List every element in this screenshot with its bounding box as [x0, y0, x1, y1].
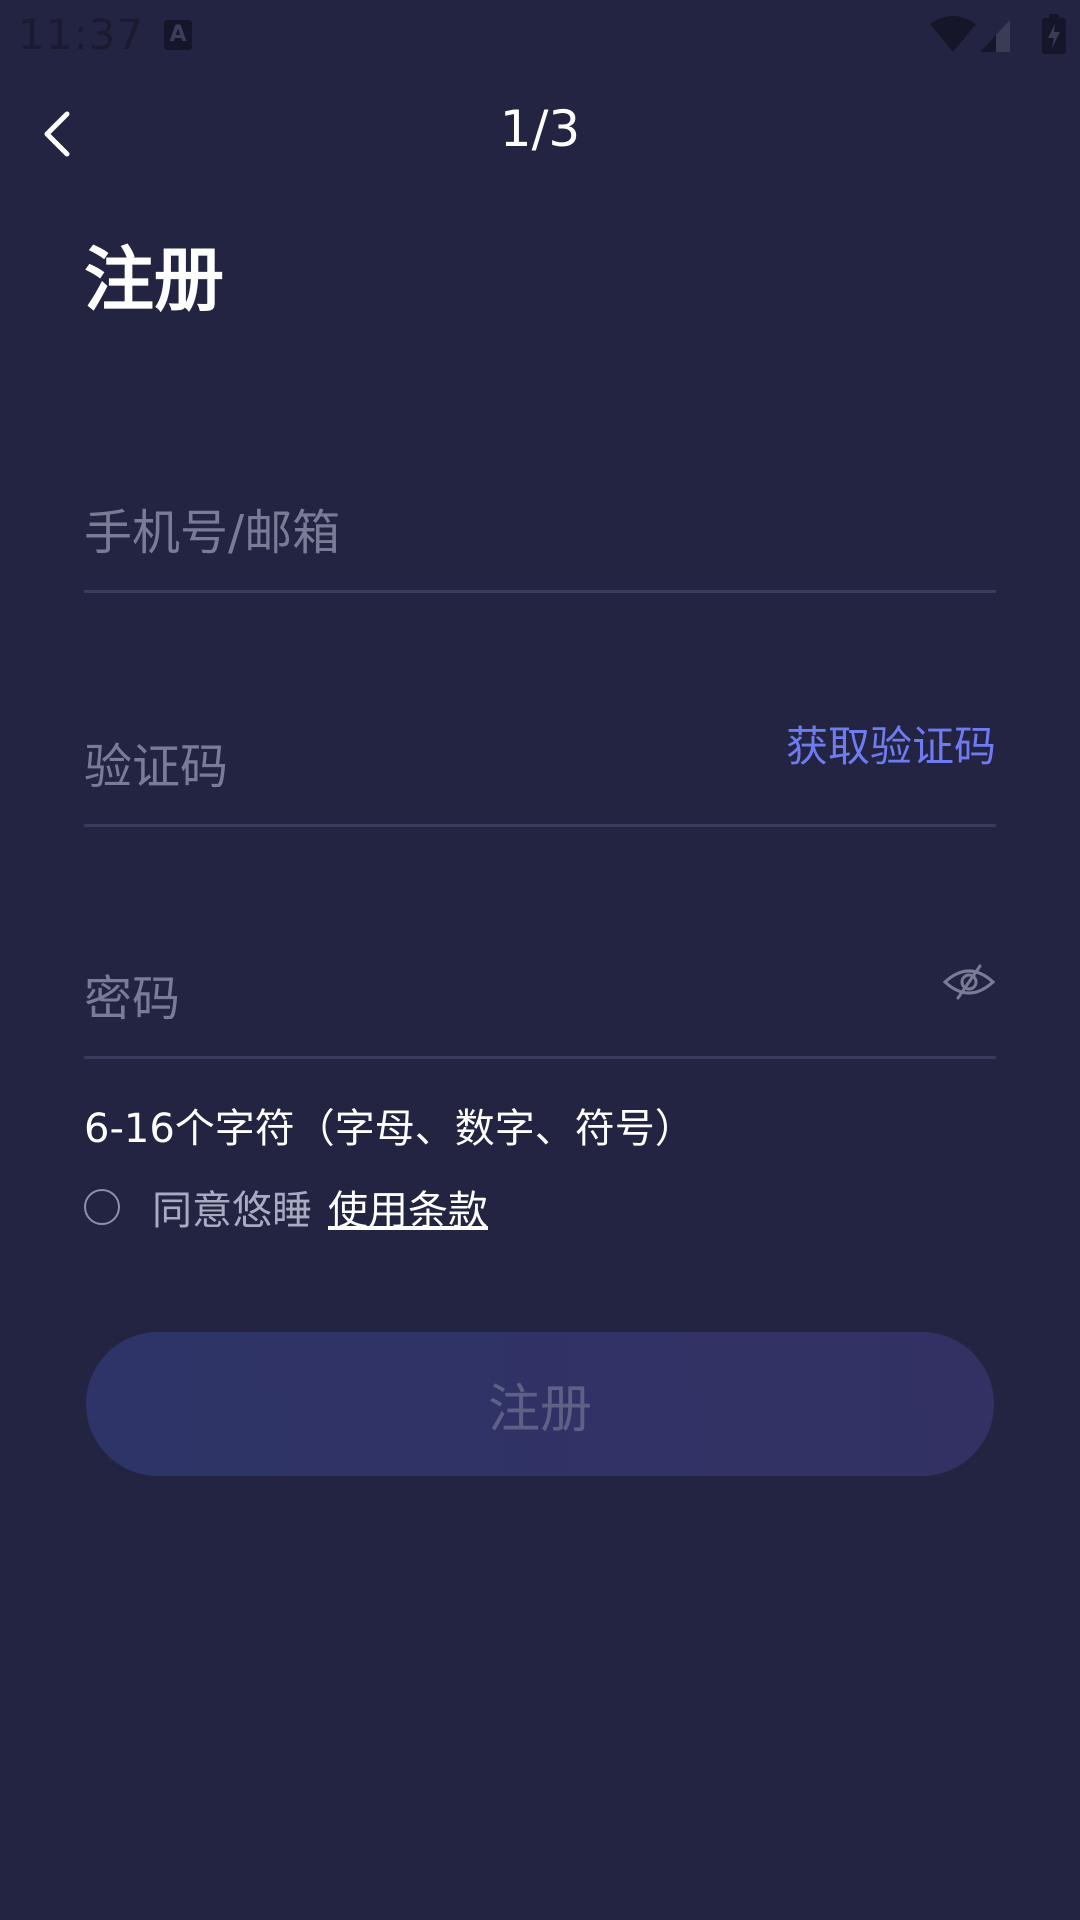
terms-link[interactable]: 使用条款	[328, 1178, 488, 1236]
battery-icon	[1042, 14, 1066, 54]
status-bar: 11:37 A	[0, 0, 1080, 72]
page-title: 注册	[84, 239, 224, 321]
verification-code-input[interactable]	[84, 732, 784, 802]
register-screen: 11:37 A 1/3 注册 获取验证码	[0, 0, 1080, 1920]
eye-off-icon[interactable]	[942, 962, 996, 1002]
agreement-row: 同意悠睡 使用条款	[84, 1182, 488, 1234]
status-icons	[916, 14, 1066, 54]
register-button-label: 注册	[487, 1379, 592, 1440]
agreement-text: 同意悠睡	[152, 1188, 312, 1234]
app-notification-icon: A	[164, 20, 192, 50]
phone-email-field	[84, 470, 996, 593]
password-input[interactable]	[84, 964, 784, 1034]
wifi-icon	[930, 16, 976, 52]
step-indicator: 1/3	[499, 100, 581, 158]
password-field	[84, 936, 996, 1059]
phone-email-input[interactable]	[84, 498, 784, 568]
signal-icon	[980, 20, 1010, 52]
register-button[interactable]: 注册	[86, 1332, 994, 1476]
get-code-button[interactable]: 获取验证码	[786, 713, 996, 774]
verification-code-field: 获取验证码	[84, 704, 996, 827]
agree-checkbox[interactable]	[84, 1189, 120, 1225]
status-time: 11:37	[18, 10, 145, 59]
password-hint: 6-16个字符（字母、数字、符号）	[84, 1106, 695, 1152]
